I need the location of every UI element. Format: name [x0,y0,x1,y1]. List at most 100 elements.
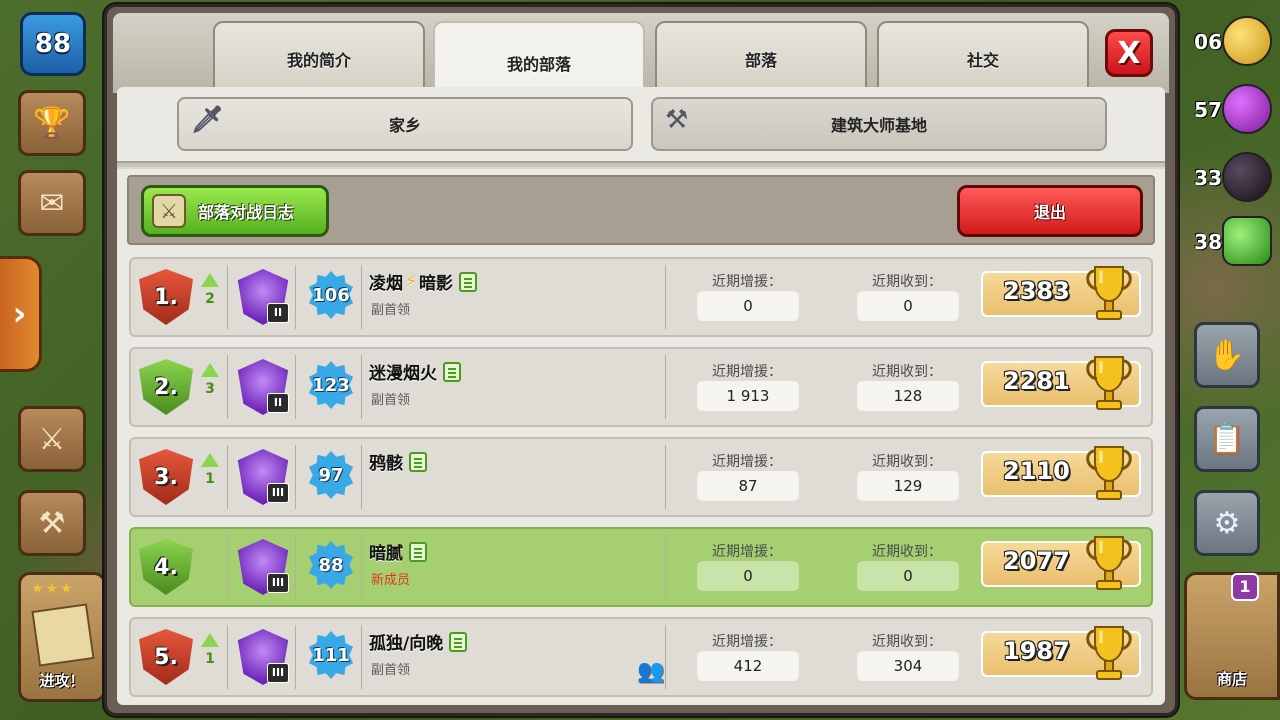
donated-label: 近期增援： [712,634,782,650]
attack-button[interactable]: ★★★ 进攻！ [18,572,106,702]
row-divider [665,355,666,419]
news-button[interactable]: 📋 [1194,406,1260,472]
sword-icon: 🗡 [191,105,225,135]
row-divider [295,445,296,509]
close-button[interactable]: X [1105,29,1153,77]
row-divider [295,535,296,599]
dark-elixir-counter: 33 [1174,152,1274,202]
tab-social[interactable]: 社交 [877,21,1089,95]
member-name-suffix: 暗影 [418,274,453,294]
row-divider [295,265,296,329]
rank-shield-icon: 2. [139,359,193,415]
trophy-icon [1086,536,1132,590]
trophy-icon [1086,356,1132,410]
gold-value: 06 [1194,30,1222,54]
trophy-icon [1086,266,1132,320]
notes-icon [409,541,427,562]
row-divider [665,535,666,599]
friendly-challenge-button[interactable]: ✋ [1194,322,1260,388]
received-value: 128 [857,381,959,411]
tab-my-profile[interactable]: 我的简介 [213,21,425,95]
member-name[interactable]: 凌烟 ⚡ 暗影 [369,269,477,294]
mail-button[interactable]: ✉ [18,170,86,236]
member-level: 97 [318,464,344,486]
gear-icon: ⚙ [1213,505,1241,541]
gold-counter: 06 [1174,16,1274,66]
gem-icon [1222,216,1272,266]
trophy-count: 2281 [1003,367,1070,395]
league-tier: III [267,573,289,593]
trophy-count-box: 2110 [981,446,1141,500]
received-label: 近期收到： [872,364,942,380]
notes-icon [449,631,468,652]
trophy-count-box: 2281 [981,356,1141,410]
subtab-builder-base[interactable]: ⚒ 建筑大师基地 [651,97,1107,151]
training-button[interactable]: ⚒ [18,490,86,556]
member-role: 副首领 [371,663,411,678]
rank-change-value: 2 [205,291,215,307]
leave-clan-button[interactable]: 退出 [957,185,1143,237]
rank-up-icon [201,633,219,647]
crossed-swords-icon: ⚔ [152,194,186,228]
member-name[interactable]: 鸦骸 [369,449,427,474]
member-row[interactable]: 2. 3 II 123 迷漫烟火 副首领 近期增援： 1 913 近期收到： 1… [129,347,1153,427]
subtab-home-village-label: 家乡 [388,116,421,135]
hammers-icon: ⚒ [665,105,689,135]
row-divider [227,355,228,419]
donated-label: 近期增援： [712,274,782,290]
dark-elixir-value: 33 [1194,166,1222,190]
trophy-count: 2077 [1003,547,1070,575]
member-row[interactable]: 5. 1 III 111 孤独/向晚 副首领 👥 近期增援： 412 近期收到：… [129,617,1153,697]
member-level: 111 [312,644,350,666]
clan-war-button[interactable]: ⚔ [18,406,86,472]
gold-icon [1222,16,1272,66]
expand-side-button[interactable]: › [0,256,42,372]
mail-icon: ✉ [39,185,65,221]
clan-window: 我的简介 我的部落 部落 社交 X 🗡 家乡 ⚒ 建筑大师基地 ⚔ 部落对战日志… [104,4,1178,716]
row-divider [295,355,296,419]
rank-shield-icon: 3. [139,449,193,505]
member-name[interactable]: 暗腻 [369,539,427,564]
elixir-icon [1222,84,1272,134]
notes-icon [409,451,427,472]
trophy-count-box: 2077 [981,536,1141,590]
member-role: 新成员 [371,573,411,588]
war-log-label: 部落对战日志 [198,203,295,222]
rank-up-icon [201,453,219,467]
shop-label: 商店 [1216,670,1247,688]
row-divider [361,355,362,419]
close-icon: X [1117,35,1141,71]
donated-label: 近期增援： [712,454,782,470]
member-row[interactable]: 1. 2 II 106 凌烟 ⚡ 暗影 副首领 近期增援： 0 近期收到： 0 2… [129,257,1153,337]
player-level-badge[interactable]: 88 [20,12,86,76]
donated-label: 近期增援： [712,364,782,380]
leaderboard-button[interactable]: 🏆 [18,90,86,156]
subtab-home-village[interactable]: 🗡 家乡 [177,97,633,151]
tab-clans[interactable]: 部落 [655,21,867,95]
member-role: 副首领 [371,393,411,408]
member-row[interactable]: 3. 1 III 97 鸦骸 近期增援： 87 近期收到： 129 2110 [129,437,1153,517]
member-name[interactable]: 孤独/向晚 [369,629,468,654]
member-rank: 2. [154,374,178,400]
member-name-text: 迷漫烟火 [369,364,437,384]
xp-level-icon: 97 [308,451,354,499]
member-rank: 4. [154,554,178,580]
member-row[interactable]: 4. III 88 暗腻 新成员 近期增援： 0 近期收到： 0 2077 [129,527,1153,607]
divider [117,161,1165,169]
elixir-value: 57 [1194,98,1222,122]
row-divider [361,265,362,329]
xp-level-icon: 111 [308,631,354,679]
gems-counter: 38 [1174,216,1274,266]
member-name[interactable]: 迷漫烟火 [369,359,461,384]
clan-actions-bar: ⚔ 部落对战日志 退出 [127,175,1155,245]
rank-change-value: 1 [205,471,215,487]
rank-change-value: 3 [205,381,215,397]
xp-level-icon: 106 [308,271,354,319]
war-log-button[interactable]: ⚔ 部落对战日志 [141,185,329,237]
member-rank: 5. [154,644,178,670]
settings-button[interactable]: ⚙ [1194,490,1260,556]
shop-button[interactable]: 1 商店 [1184,572,1280,700]
row-divider [227,265,228,329]
member-level: 88 [318,554,344,576]
member-rank: 3. [154,464,178,490]
